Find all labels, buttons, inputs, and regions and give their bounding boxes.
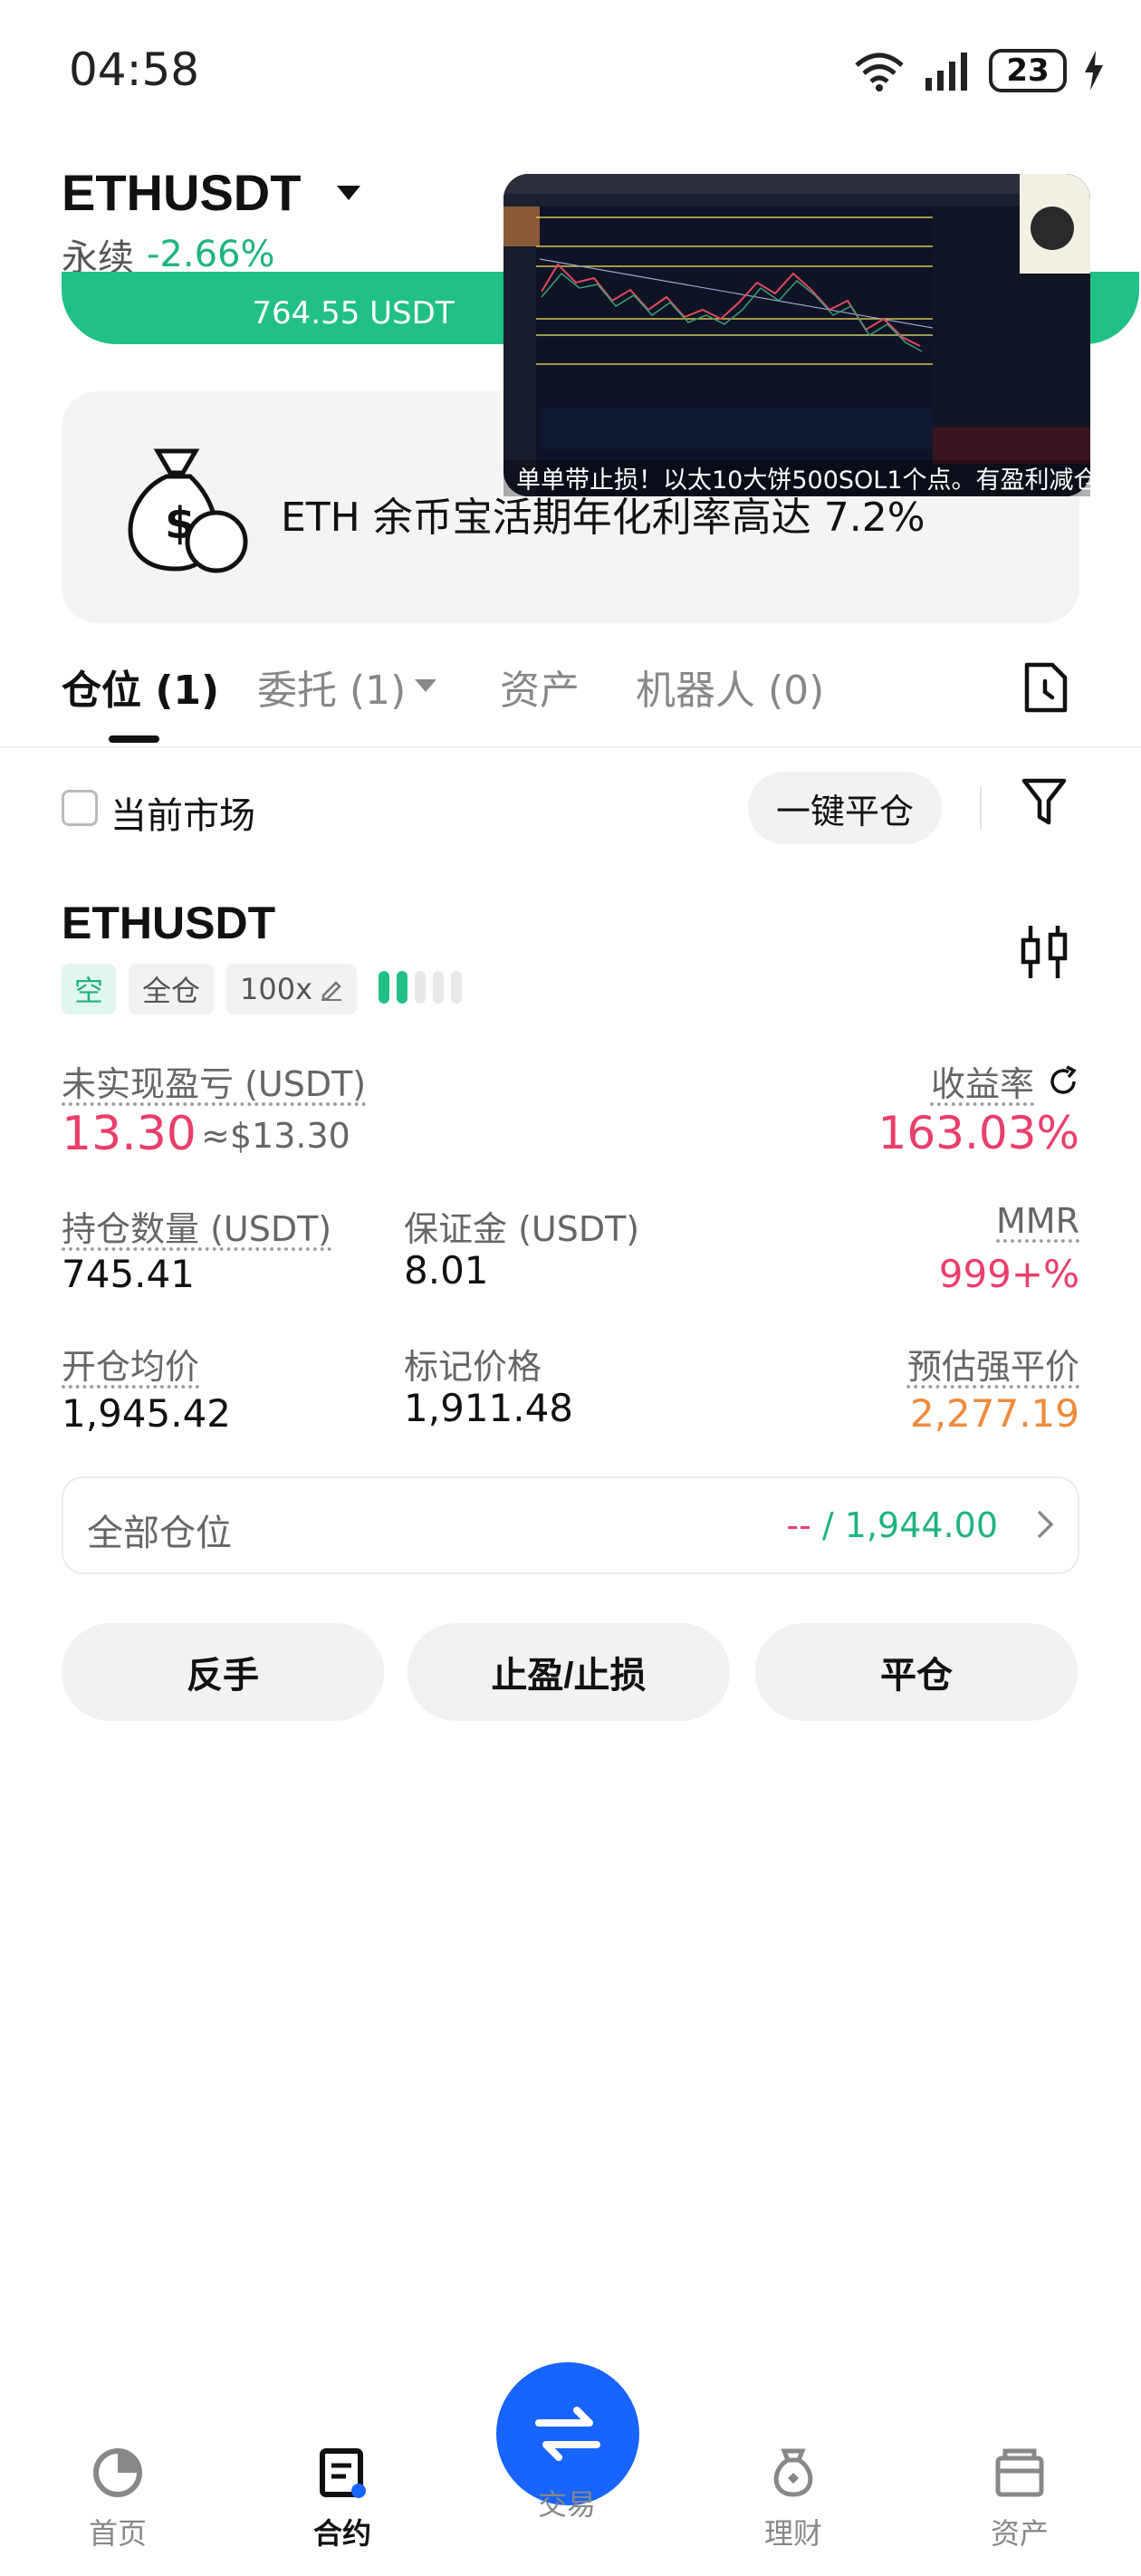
nav-assets[interactable]: 资产 <box>947 2446 1092 2552</box>
nav-assets-label: 资产 <box>990 2516 1049 2551</box>
unrealized-pnl-value: 13.30 <box>62 1107 197 1161</box>
open-amount: 764.55 USDT <box>252 295 455 332</box>
nav-trade-label: 交易 <box>537 2487 596 2522</box>
close-position-button[interactable]: 平仓 <box>755 1623 1078 1721</box>
risk-level-bars <box>379 971 462 1004</box>
position-size-value: 745.41 <box>62 1252 195 1296</box>
chevron-right-icon[interactable] <box>1036 1509 1054 1540</box>
home-icon <box>93 2448 142 2497</box>
refresh-icon[interactable] <box>1047 1064 1079 1098</box>
current-market-checkbox[interactable] <box>62 790 98 826</box>
video-caption: 单单带止损！以太10大饼500SOL1个点。有盈利减仓博弈 <box>503 460 1090 496</box>
margin-mode-badge: 全仓 <box>129 964 214 1014</box>
wifi-icon <box>855 53 904 91</box>
risk-bar <box>451 971 462 1004</box>
mmr-value: 999+% <box>938 1252 1079 1296</box>
risk-bar <box>415 971 426 1004</box>
side-badge: 空 <box>62 964 116 1014</box>
roe-value: 163.03% <box>877 1107 1079 1159</box>
nav-finance[interactable]: 理财 <box>721 2446 866 2552</box>
margin-value: 8.01 <box>404 1248 489 1293</box>
liquidation-price-label[interactable]: 预估强平价 <box>907 1339 1079 1389</box>
leverage-value: 100x <box>239 972 312 1006</box>
contract-icon <box>320 2448 366 2498</box>
orders-caret-icon[interactable] <box>415 679 436 692</box>
unrealized-pnl-label[interactable]: 未实现盈亏 (USDT) <box>62 1056 366 1106</box>
floating-video-window[interactable] <box>503 174 1090 496</box>
position-size-label[interactable]: 持仓数量 (USDT) <box>62 1201 331 1251</box>
nav-contract[interactable]: 合约 <box>270 2446 415 2552</box>
all-positions-amount: 1,944.00 <box>844 1505 998 1545</box>
roe-label-group[interactable]: 收益率 <box>931 1056 1079 1106</box>
all-positions-separator: / <box>810 1505 845 1545</box>
close-all-button[interactable]: 一键平仓 <box>748 772 942 844</box>
current-market-label: 当前市场 <box>110 795 255 837</box>
nav-contract-label: 合约 <box>312 2516 371 2551</box>
wallet-icon <box>995 2448 1044 2497</box>
nav-finance-label: 理财 <box>763 2516 822 2551</box>
charging-icon <box>1085 51 1103 91</box>
tab-assets[interactable]: 资产 <box>500 658 580 716</box>
status-icons: 23 <box>851 45 1105 96</box>
money-bag-icon: $ <box>128 448 248 573</box>
tab-orders[interactable]: 委托 (1) <box>257 658 406 716</box>
nav-trade[interactable]: 交易 <box>494 2482 639 2523</box>
status-time: 04:58 <box>69 43 200 96</box>
all-positions-value: -- / 1,944.00 <box>786 1505 998 1545</box>
mmr-label[interactable]: MMR <box>996 1201 1079 1241</box>
all-positions-dash: -- <box>786 1505 811 1545</box>
signal-icon <box>925 53 967 91</box>
mark-price-label: 标记价格 <box>404 1347 542 1387</box>
symbol-title[interactable]: ETHUSDT <box>62 163 301 222</box>
tab-positions[interactable]: 仓位 (1) <box>62 658 219 716</box>
liquidation-price-value: 2,277.19 <box>909 1391 1079 1436</box>
all-positions-label: 全部仓位 <box>87 1513 232 1554</box>
reverse-button[interactable]: 反手 <box>62 1623 384 1721</box>
trade-swap-icon <box>535 2407 600 2461</box>
risk-bar <box>433 971 444 1004</box>
risk-bar <box>397 971 408 1004</box>
nav-home[interactable]: 首页 <box>45 2446 190 2552</box>
entry-price-label[interactable]: 开仓均价 <box>62 1339 199 1389</box>
entry-price-value: 1,945.42 <box>62 1391 232 1436</box>
tp-sl-button[interactable]: 止盈/止损 <box>408 1623 730 1721</box>
price-change: -2.66% <box>147 234 275 275</box>
nav-home-label: 首页 <box>88 2516 147 2551</box>
finance-icon <box>773 2448 813 2497</box>
candlestick-icon[interactable] <box>1018 920 1072 984</box>
margin-label: 保证金 (USDT) <box>404 1209 640 1249</box>
edit-icon <box>321 981 341 1001</box>
roe-label: 收益率 <box>930 1064 1034 1104</box>
tab-indicator <box>109 735 159 743</box>
filter-icon[interactable] <box>1021 777 1067 826</box>
risk-bar <box>379 971 389 1004</box>
position-symbol[interactable]: ETHUSDT <box>62 897 275 949</box>
caret-down-icon[interactable] <box>337 186 360 200</box>
leverage-badge[interactable]: 100x <box>226 964 357 1014</box>
tab-bots[interactable]: 机器人 (0) <box>636 658 824 716</box>
tab-divider <box>0 746 1141 748</box>
divider <box>980 786 982 830</box>
video-chart-frame <box>503 174 1090 496</box>
unrealized-pnl-approx: ≈$13.30 <box>201 1116 350 1156</box>
mark-price-value: 1,911.48 <box>404 1386 574 1430</box>
history-icon[interactable] <box>1023 661 1069 714</box>
battery-indicator: 23 <box>989 49 1067 92</box>
